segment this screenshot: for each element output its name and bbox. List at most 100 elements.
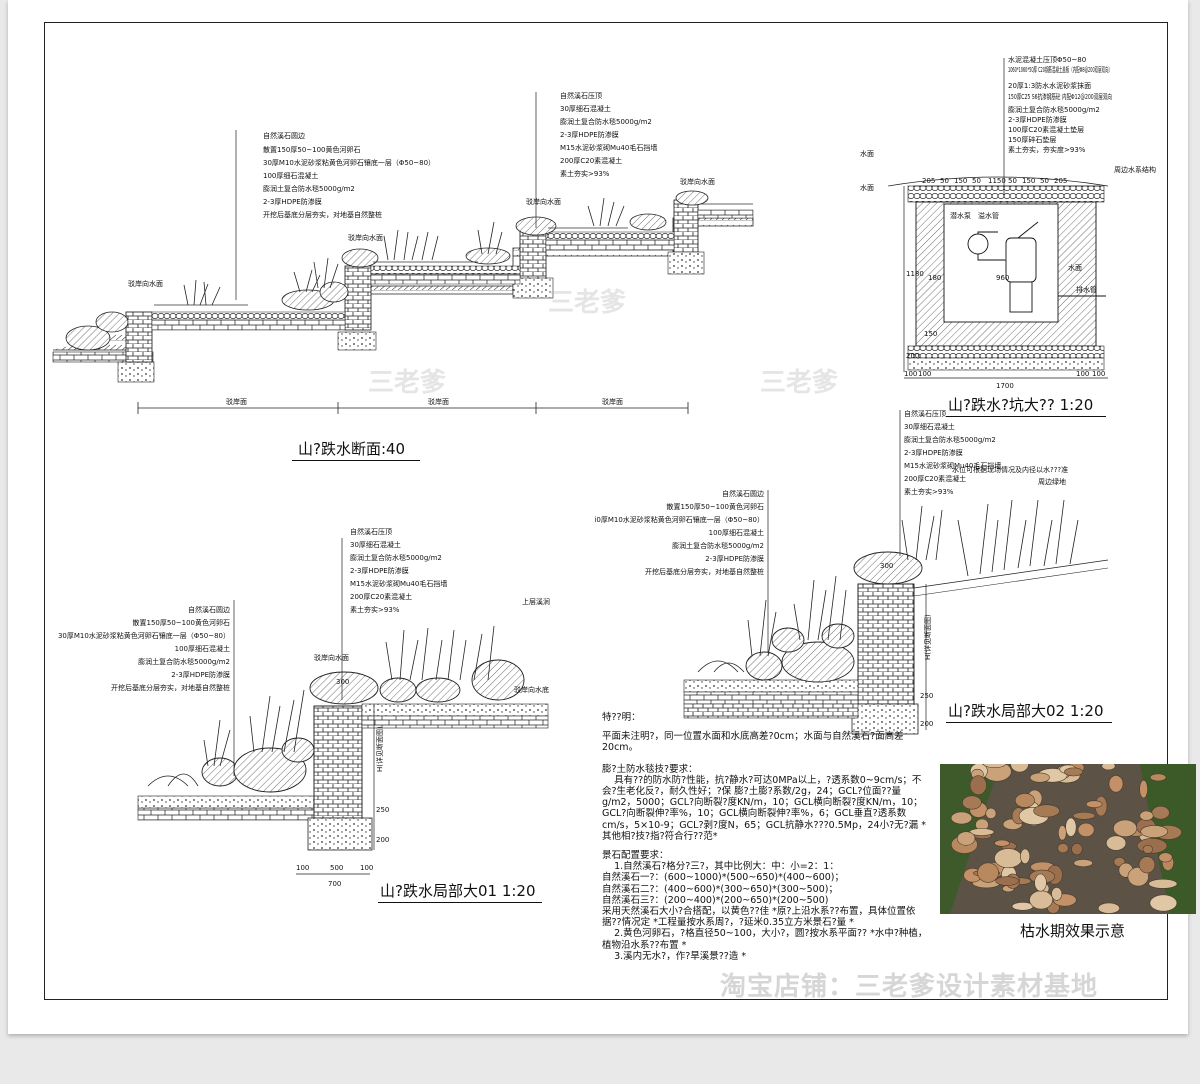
detail-label: 上层溪涧 [522,597,550,606]
callout-text: 素土夯实>93% [904,487,954,496]
callout-text: 2-3厚HDPE防渗膜 [263,197,322,206]
watermark: 三老爹 [548,288,627,318]
callout-text: 30厚细石混凝土 [560,104,611,113]
dim-text: 500 [330,864,343,872]
dim-text: 300 [880,562,893,570]
dim-text: 100 [1076,370,1089,378]
pebble [1108,775,1124,793]
detail02-callout-left: 自然溪石圆边 散置150厚50~100黄色河卵石 i0厚M10水泥砂浆粘黄色河卵… [594,489,764,576]
dim-text: 1150 [988,177,1006,185]
callout-text: i0厚M10水泥砂浆粘黄色河卵石镶底一层（Φ50~80） [594,515,764,524]
dim-text: 50 [940,177,949,185]
dim-text: 200 [376,836,389,844]
title-underline [292,460,420,461]
pebble [1113,819,1138,838]
callout-text: 素土夯实>93% [350,605,400,614]
callout-text: 30厚细石混凝土 [350,540,401,549]
notes-heading: 特??明： [602,712,641,723]
detail-label: 驳岸向水底 [514,685,549,694]
detail01-callout-left: 自然溪石圆边 散置150厚50~100黄色河卵石 30厚M10水泥砂浆粘黄色河卵… [58,605,230,692]
callout-text: 膨润土复合防水毯5000g/m2 [138,657,230,666]
water-level-label: 驳岸向水面 [348,233,383,242]
pit-section-title: 山?跌水?坑大?? 1:20 [948,396,1094,414]
callout-text: 散置150厚50~100黄色河卵石 [667,502,765,511]
dim-text: 200 [906,352,919,360]
dry-season-effect-photo [940,764,1196,914]
callout-text: 200厚C20素混凝土 [560,156,622,165]
pebble [1148,878,1178,889]
dim-text: 100 [360,864,373,872]
pebble [1058,825,1067,841]
callout-text: 30厚M10水泥砂浆粘黄色河卵石镶底一层（Φ50~80） [58,631,230,640]
notes-paragraph: 1.自然溪石?格分?三?，其中比例大：中：小=2：1： 自然溪石一?：(600~… [602,861,928,962]
callout-text: 自然溪石压顶 [904,409,946,418]
callout-text: 膨润土复合防水毯5000g/m2 [350,553,442,562]
title-underline [378,902,542,903]
pebble [1029,890,1054,910]
pebble [1142,844,1154,854]
detail01-callout-right: 自然溪石压顶 30厚细石混凝土 膨润土复合防水毯5000g/m2 2-3厚HDP… [350,527,447,614]
dim-text: 100 [918,370,931,378]
dim-text: 150 [1022,177,1035,185]
pebble [1051,887,1063,901]
span-label: 驳岸面 [602,398,623,406]
dim-text: 180 [928,274,941,282]
callout-text: 开挖后基底分层夯实，对地基自然整桩 [263,210,382,219]
pebble [1106,835,1127,851]
callout-text: 自然溪石圆边 [188,605,230,614]
watermark: 三老爹 [368,368,447,398]
dim-text: 205 [1054,177,1067,185]
pit-label: 水面 [1068,263,1082,272]
notes-paragraph: 平面未注明?，同一位置水面和水底高差?0cm；水面与自然溪石?面高差20cm。 [602,731,904,754]
dim-text: 150 [924,330,937,338]
main-callout-left: 自然溪石圆边 散置150厚50~100黄色河卵石 30厚M10水泥砂浆粘黄色河卵… [263,131,435,219]
detail02-callout-right: 自然溪石压顶 30厚细石混凝土 膨润土复合防水毯5000g/m2 2-3厚HDP… [904,409,1001,496]
detail-label: 驳岸向水面 [314,653,349,662]
pebble [994,848,1023,869]
callout-text: 30厚细石混凝土 [904,422,955,431]
stone-bed-image [940,764,1196,914]
main-callout-right: 自然溪石压顶 30厚细石混凝土 膨润土复合防水毯5000g/m2 2-3厚HDP… [560,91,657,178]
detail-label: 周边绿地 [1038,477,1066,486]
callout-text: 2-3厚HDPE防渗膜 [1008,115,1067,124]
water-level-note: 水位可根据现场情况及内径以水???准 [952,465,1068,474]
callout-text: 150厚碎石垫层 [1008,135,1056,144]
callout-text: 自然溪石圆边 [263,131,305,140]
notes-heading: 膨?土防水毯技?要求： [602,763,698,775]
pebble [969,775,987,796]
pit-callout: 水泥混凝土压顶Φ50~80 1060*1060*50厚 C20钢筋混凝土盖板（内… [1008,55,1112,154]
pebble [1139,779,1148,799]
title-underline [946,722,1112,723]
callout-text: 100厚细石混凝土 [175,644,230,653]
callout-text: 自然溪石压顶 [560,91,602,100]
callout-text: 散置150厚50~100黄色河卵石 [263,145,361,154]
height-label: H(详见断面图) [923,614,932,660]
callout-text: 膨润土复合防水毯5000g/m2 [1008,105,1100,114]
pit-dims-bottom: 100 100 1700 100 100 [904,370,1105,390]
dim-text: 100 [1092,370,1105,378]
pebble [1097,902,1120,914]
pit-label: 水面 [860,183,874,192]
callout-text: 素土夯实>93% [560,169,610,178]
pebble [1014,793,1035,808]
pit-label: 水面 [860,149,874,158]
pebble [1139,810,1154,821]
callout-text: 2-3厚HDPE防渗膜 [705,554,764,563]
pebble [1057,843,1069,854]
pebble [1020,848,1031,865]
dim-text: 1180 [906,270,924,278]
watermark: 三老爹 [760,368,839,398]
callout-text: 素土夯实，夯实度>93% [1008,145,1086,154]
callout-text: 200厚C20素混凝土 [904,474,966,483]
detail-01-section [137,538,549,875]
pebble [1065,817,1077,837]
pit-label: 溢水管 [978,211,999,220]
water-level-label: 驳岸向水面 [526,197,561,206]
callout-text: 膨润土复合防水毯5000g/m2 [560,117,652,126]
title-underline [946,416,1106,417]
callout-text: 150厚C25 S6抗渗钢筋砼 内配Φ12@200双层双向 [1008,92,1112,101]
pebble [1029,772,1050,783]
callout-text: 2-3厚HDPE防渗膜 [904,448,963,457]
pebble [1149,894,1178,912]
callout-text: 膨润土复合防水毯5000g/m2 [672,541,764,550]
